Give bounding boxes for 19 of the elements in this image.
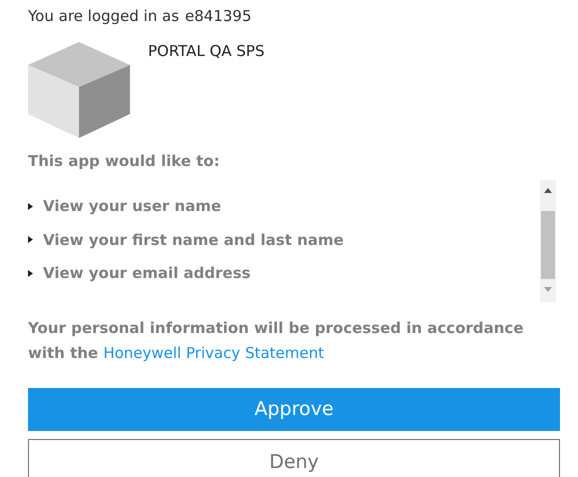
permission-item: View your email address bbox=[43, 263, 251, 284]
bullet-icon bbox=[28, 236, 33, 244]
deny-button[interactable]: Deny bbox=[28, 439, 560, 477]
approve-button[interactable]: Approve bbox=[28, 388, 560, 431]
username: e841395 bbox=[185, 6, 252, 27]
permissions-heading: This app would like to: bbox=[28, 150, 221, 172]
bullet-icon bbox=[28, 270, 33, 277]
permission-item: View your first name and last name bbox=[43, 230, 344, 250]
scroll-down-icon[interactable] bbox=[544, 287, 552, 292]
permission-item: View your user name bbox=[43, 196, 222, 217]
scroll-up-icon[interactable] bbox=[544, 188, 552, 193]
login-label: You are logged in as bbox=[28, 6, 180, 27]
privacy-notice: Your personal information will be processed in accordance with the Honeywell Privacy Statement bbox=[28, 318, 524, 364]
app-name: PORTAL QA SPS bbox=[148, 40, 264, 62]
bullet-icon bbox=[28, 202, 33, 210]
scrollbar-thumb[interactable] bbox=[541, 211, 555, 279]
cube-icon bbox=[28, 42, 130, 138]
privacy-link[interactable]: Honeywell Privacy Statement bbox=[103, 344, 324, 362]
scrollbar[interactable] bbox=[540, 180, 556, 302]
